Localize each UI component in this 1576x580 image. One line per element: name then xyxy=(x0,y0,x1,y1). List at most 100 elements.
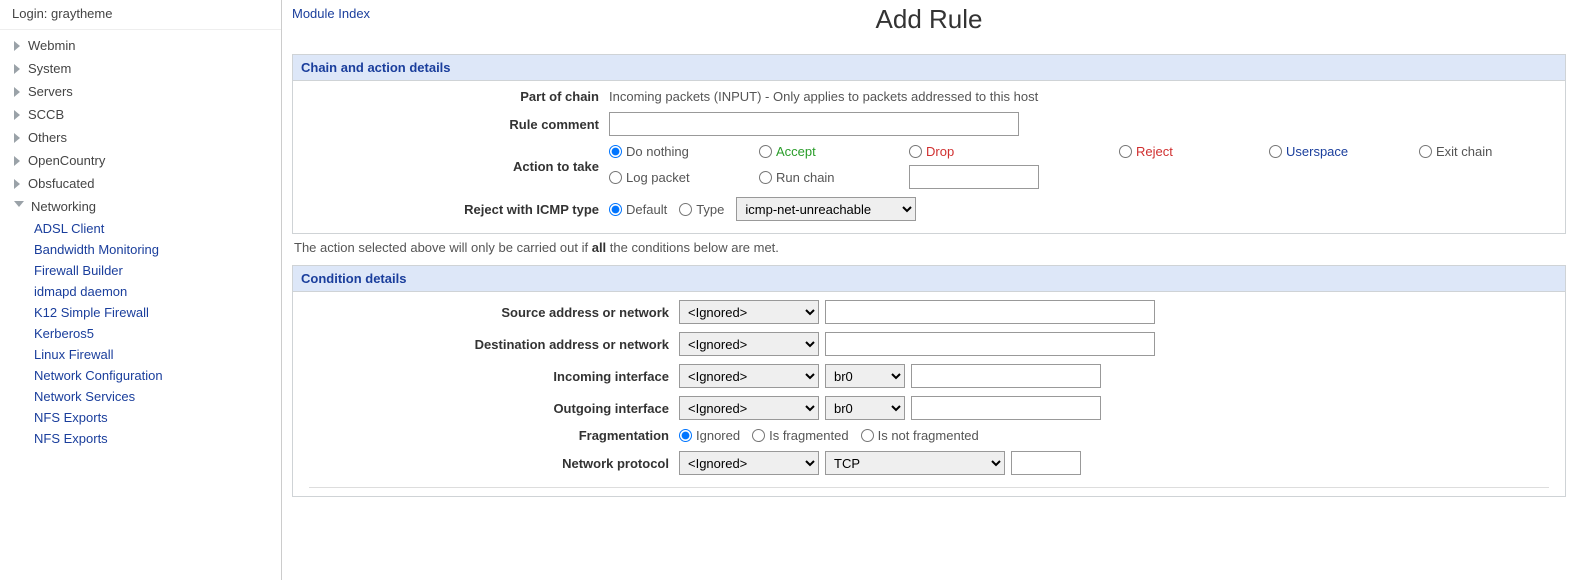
chevron-right-icon xyxy=(14,156,20,166)
sidebar-sub-bandwidth[interactable]: Bandwidth Monitoring xyxy=(34,239,281,260)
sidebar-sub-idmapd[interactable]: idmapd daemon xyxy=(34,281,281,302)
part-of-chain-value: Incoming packets (INPUT) - Only applies … xyxy=(609,89,1038,104)
sidebar-sub-nfs-1[interactable]: NFS Exports xyxy=(34,407,281,428)
frag-ignored[interactable]: Ignored xyxy=(679,428,740,443)
chevron-down-icon xyxy=(14,201,24,212)
sidebar-sub-adsl[interactable]: ADSL Client xyxy=(34,218,281,239)
action-do-nothing-label: Do nothing xyxy=(626,144,689,159)
reject-icmp-label: Reject with ICMP type xyxy=(299,202,609,217)
action-reject[interactable]: Reject xyxy=(1119,144,1263,159)
proto-input[interactable] xyxy=(1011,451,1081,475)
proto-mode-select[interactable]: <Ignored> xyxy=(679,451,819,475)
sidebar-item-servers[interactable]: Servers xyxy=(0,80,281,103)
reject-type-radio[interactable] xyxy=(679,203,692,216)
sidebar-item-label: Obsfucated xyxy=(28,176,95,191)
in-if-label: Incoming interface xyxy=(299,369,679,384)
module-index-link[interactable]: Module Index xyxy=(292,6,370,21)
out-if-label: Outgoing interface xyxy=(299,401,679,416)
main: Module Index Add Rule Chain and action d… xyxy=(282,0,1576,580)
sidebar-item-label: Webmin xyxy=(28,38,75,53)
nav: Webmin System Servers SCCB Others OpenCo… xyxy=(0,30,281,449)
in-if-input[interactable] xyxy=(911,364,1101,388)
out-if-mode-select[interactable]: <Ignored> xyxy=(679,396,819,420)
action-run-chain-radio[interactable] xyxy=(759,171,772,184)
sidebar-sub-nfs-2[interactable]: NFS Exports xyxy=(34,428,281,449)
frag-is[interactable]: Is fragmented xyxy=(752,428,849,443)
frag-not[interactable]: Is not fragmented xyxy=(861,428,979,443)
sidebar-item-label: SCCB xyxy=(28,107,64,122)
chevron-right-icon xyxy=(14,133,20,143)
sidebar-item-opencountry[interactable]: OpenCountry xyxy=(0,149,281,172)
out-if-select[interactable]: br0 xyxy=(825,396,905,420)
sidebar-item-webmin[interactable]: Webmin xyxy=(0,34,281,57)
sidebar-item-label: System xyxy=(28,61,71,76)
action-drop-radio[interactable] xyxy=(909,145,922,158)
reject-default-radio[interactable] xyxy=(609,203,622,216)
login-user: graytheme xyxy=(51,6,112,21)
sidebar-item-networking[interactable]: Networking xyxy=(0,195,281,218)
action-do-nothing-radio[interactable] xyxy=(609,145,622,158)
action-accept[interactable]: Accept xyxy=(759,144,903,159)
login-info: Login: graytheme xyxy=(0,0,281,30)
action-log-packet[interactable]: Log packet xyxy=(609,170,753,185)
frag-not-radio[interactable] xyxy=(861,429,874,442)
action-userspace-radio[interactable] xyxy=(1269,145,1282,158)
sidebar-sub-net-config[interactable]: Network Configuration xyxy=(34,365,281,386)
dst-mode-select[interactable]: <Ignored> xyxy=(679,332,819,356)
rule-comment-label: Rule comment xyxy=(299,117,609,132)
action-reject-radio[interactable] xyxy=(1119,145,1132,158)
dst-label: Destination address or network xyxy=(299,337,679,352)
action-userspace[interactable]: Userspace xyxy=(1269,144,1413,159)
run-chain-input[interactable] xyxy=(909,165,1039,189)
reject-type-select[interactable]: icmp-net-unreachable xyxy=(736,197,916,221)
dst-input[interactable] xyxy=(825,332,1155,356)
conditions-note: The action selected above will only be c… xyxy=(294,240,1564,255)
sidebar-sub-net-services[interactable]: Network Services xyxy=(34,386,281,407)
sidebar: Login: graytheme Webmin System Servers S… xyxy=(0,0,282,580)
sidebar-sub-k12[interactable]: K12 Simple Firewall xyxy=(34,302,281,323)
note-post: the conditions below are met. xyxy=(606,240,779,255)
note-pre: The action selected above will only be c… xyxy=(294,240,592,255)
topbar: Module Index Add Rule xyxy=(292,4,1566,44)
action-accept-label: Accept xyxy=(776,144,816,159)
action-drop-label: Drop xyxy=(926,144,954,159)
sidebar-item-label: Others xyxy=(28,130,67,145)
in-if-mode-select[interactable]: <Ignored> xyxy=(679,364,819,388)
proto-select[interactable]: TCP xyxy=(825,451,1005,475)
src-mode-select[interactable]: <Ignored> xyxy=(679,300,819,324)
frag-is-label: Is fragmented xyxy=(769,428,849,443)
frag-is-radio[interactable] xyxy=(752,429,765,442)
sidebar-item-system[interactable]: System xyxy=(0,57,281,80)
action-exit-chain[interactable]: Exit chain xyxy=(1419,144,1553,159)
sidebar-sub-kerberos[interactable]: Kerberos5 xyxy=(34,323,281,344)
src-input[interactable] xyxy=(825,300,1155,324)
sidebar-sub-firewall-builder[interactable]: Firewall Builder xyxy=(34,260,281,281)
action-log-packet-radio[interactable] xyxy=(609,171,622,184)
action-run-chain[interactable]: Run chain xyxy=(759,170,903,185)
action-label: Action to take xyxy=(299,159,609,174)
chevron-right-icon xyxy=(14,87,20,97)
reject-default-label: Default xyxy=(626,202,667,217)
reject-type[interactable]: Type xyxy=(679,202,724,217)
sidebar-item-sccb[interactable]: SCCB xyxy=(0,103,281,126)
src-label: Source address or network xyxy=(299,305,679,320)
reject-default[interactable]: Default xyxy=(609,202,667,217)
in-if-select[interactable]: br0 xyxy=(825,364,905,388)
rule-comment-input[interactable] xyxy=(609,112,1019,136)
action-exit-chain-label: Exit chain xyxy=(1436,144,1492,159)
out-if-input[interactable] xyxy=(911,396,1101,420)
sidebar-item-obsfucated[interactable]: Obsfucated xyxy=(0,172,281,195)
frag-ignored-radio[interactable] xyxy=(679,429,692,442)
action-accept-radio[interactable] xyxy=(759,145,772,158)
networking-subnav: ADSL Client Bandwidth Monitoring Firewal… xyxy=(0,218,281,449)
reject-type-label: Type xyxy=(696,202,724,217)
chevron-right-icon xyxy=(14,41,20,51)
sidebar-item-others[interactable]: Others xyxy=(0,126,281,149)
action-exit-chain-radio[interactable] xyxy=(1419,145,1432,158)
frag-not-label: Is not fragmented xyxy=(878,428,979,443)
action-drop[interactable]: Drop xyxy=(909,144,1113,159)
action-do-nothing[interactable]: Do nothing xyxy=(609,144,753,159)
sidebar-sub-linux-firewall[interactable]: Linux Firewall xyxy=(34,344,281,365)
condition-panel-header: Condition details xyxy=(293,266,1565,292)
separator xyxy=(309,487,1549,488)
